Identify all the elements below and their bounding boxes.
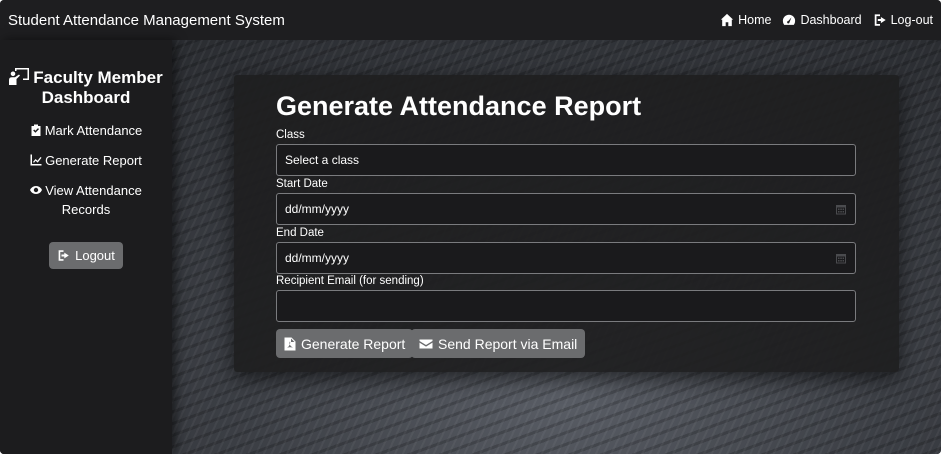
start-date-label: Start Date [276, 178, 328, 190]
nav-dashboard-link[interactable]: Dashboard [782, 13, 862, 27]
sidebar-menu: Mark Attendance Generate Report View Att… [0, 121, 172, 219]
class-label: Class [276, 129, 305, 141]
sidebar-item-label: Generate Report [45, 153, 142, 168]
sidebar-item-view-records[interactable]: View Attendance Records [0, 181, 172, 219]
generate-report-button[interactable]: Generate Report [276, 329, 414, 358]
nav-home-link[interactable]: Home [720, 13, 771, 27]
home-icon [720, 13, 734, 27]
generate-report-label: Generate Report [301, 335, 406, 352]
end-date-placeholder: dd/mm/yyyy [285, 251, 350, 265]
sidebar-item-generate-report[interactable]: Generate Report [0, 151, 172, 170]
eye-icon [30, 186, 43, 194]
nav-dashboard-label: Dashboard [800, 13, 862, 27]
sign-out-icon [874, 14, 886, 26]
send-email-button[interactable]: Send Report via Email [411, 329, 586, 358]
report-form-card: Generate Attendance Report Class Select … [234, 75, 899, 372]
class-select-value: Select a class [285, 153, 360, 167]
calendar-icon[interactable] [835, 252, 847, 264]
sidebar-title-text: Faculty Member Dashboard [33, 68, 163, 107]
file-pdf-icon [284, 337, 296, 350]
sidebar: Faculty Member Dashboard Mark Attendance… [0, 40, 172, 454]
sidebar-item-mark-attendance[interactable]: Mark Attendance [0, 121, 172, 140]
logout-label: Logout [75, 248, 115, 263]
sign-out-icon [58, 250, 69, 261]
end-date-label: End Date [276, 227, 324, 239]
end-date-input[interactable]: dd/mm/yyyy [276, 242, 856, 274]
nav-logout-label: Log-out [890, 13, 933, 27]
nav-home-label: Home [738, 13, 772, 27]
start-date-placeholder: dd/mm/yyyy [285, 202, 350, 216]
chart-line-icon [30, 154, 42, 166]
clipboard-icon [31, 124, 41, 136]
top-navbar: Student Attendance Management System Hom… [0, 0, 941, 40]
email-label: Recipient Email (for sending) [276, 275, 424, 287]
dashboard-icon [783, 14, 796, 25]
sidebar-title: Faculty Member Dashboard [0, 68, 172, 108]
page-title: Generate Attendance Report [276, 91, 642, 121]
calendar-icon[interactable] [835, 203, 847, 215]
nav-logout-link[interactable]: Log-out [873, 13, 933, 27]
sidebar-logout-button[interactable]: Logout [49, 242, 123, 269]
teacher-icon [9, 68, 30, 85]
sidebar-item-label: Mark Attendance [44, 123, 143, 138]
recipient-email-field[interactable] [276, 290, 856, 322]
sidebar-item-label: View Attendance Records [45, 183, 142, 217]
brand-title[interactable]: Student Attendance Management System [8, 12, 285, 29]
app-window: Student Attendance Management System Hom… [0, 0, 941, 454]
envelope-icon [419, 339, 433, 348]
start-date-input[interactable]: dd/mm/yyyy [276, 193, 856, 225]
nav-links: Home Dashboard Log-out [720, 13, 933, 27]
send-email-label: Send Report via Email [438, 335, 578, 352]
class-select[interactable]: Select a class [276, 144, 856, 176]
